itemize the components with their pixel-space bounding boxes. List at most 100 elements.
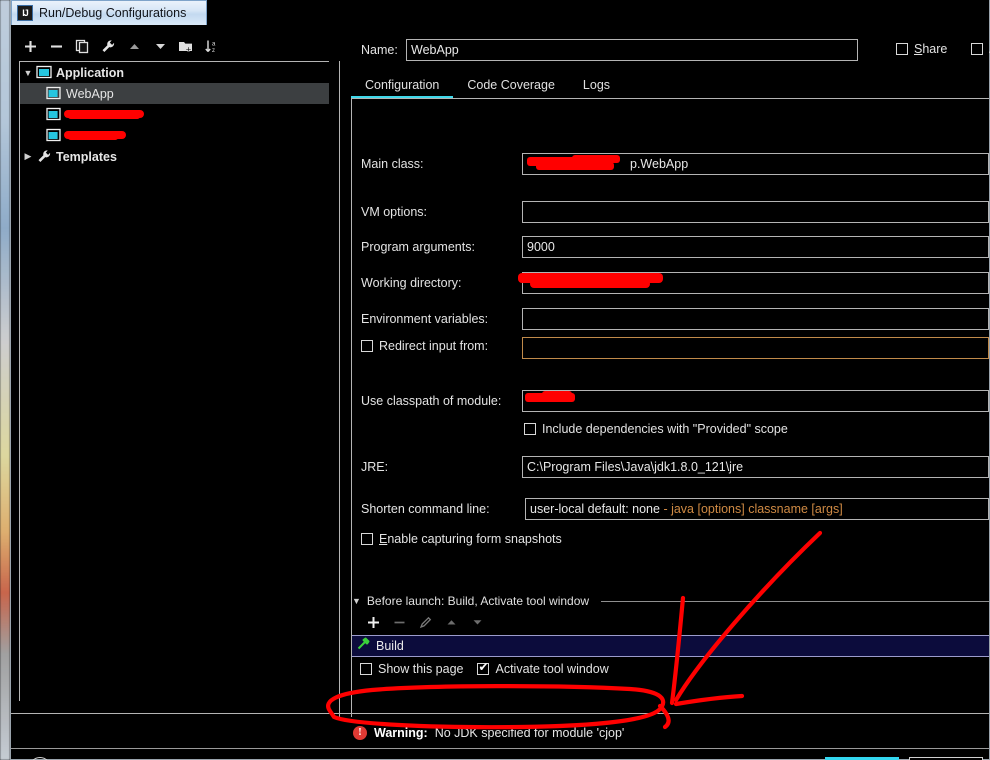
folder-add-icon[interactable] [173,34,199,58]
screen-root: FileEditViewNavigateCodeAnalyzeRefactorB… [0,0,990,760]
use-classpath-of-module-input[interactable] [522,390,989,412]
before-launch-move-down-button[interactable] [464,611,490,633]
bottom-separator [11,748,989,749]
arrow-up-icon[interactable] [121,34,147,58]
enable-form-snapshots-checkbox-item[interactable]: Enable capturing form snapshots [361,532,562,546]
share-checkbox-item[interactable]: Share [896,42,947,56]
wrench-icon [38,150,51,163]
dialog-title: Run/Debug Configurations [39,6,187,20]
working-directory-label: Working directory: [361,276,462,290]
warning-message: No JDK specified for module 'cjop' [434,726,625,740]
name-label: Name: [361,43,398,57]
redirect-input-from-label: Redirect input from: [379,339,489,353]
configuration-form: Main class: p.WebApp VM options: Program ar… [352,99,989,717]
shorten-command-line-label: Shorten command line: [361,502,490,516]
tab-configuration[interactable]: Configuration [351,75,454,99]
chevron-down-icon[interactable]: ▼ [352,596,361,606]
redirect-input-from-input[interactable] [522,337,989,359]
dialog-title-bar[interactable]: IJ Run/Debug Configurations [11,0,207,25]
program-arguments-input[interactable]: 9000 [522,236,989,258]
share-label: Share [914,42,948,56]
vm-options-input[interactable] [522,201,989,223]
include-provided-scope-checkbox-item[interactable]: Include dependencies with "Provided" sco… [524,422,788,436]
before-launch-title: Before launch: Build, Activate tool wind… [366,594,590,608]
redirect-input-from-checkbox[interactable] [361,340,373,352]
before-launch-remove-button[interactable] [386,611,412,633]
main-class-label: Main class: [361,157,424,171]
environment-variables-input[interactable] [522,308,989,330]
tree-item-redacted[interactable] [20,104,329,125]
before-launch-add-button[interactable] [360,611,386,633]
hammer-icon [356,637,370,656]
tree-item-label: WebApp [66,86,114,101]
tree-item-templates[interactable]: ▶ Templates [20,146,329,167]
configuration-right-panel: Name: WebApp Share Allo ConfigurationCod… [341,25,990,717]
vm-options-label: VM options: [361,205,428,219]
svg-text:z: z [212,48,215,54]
before-launch-move-up-button[interactable] [438,611,464,633]
run-debug-configurations-dialog: IJ Run/Debug Configurations a z ▼ Applic… [10,0,990,760]
status-warning-bar: ! Warning: No JDK specified for module '… [341,717,989,749]
application-icon [36,65,52,79]
before-launch-task-row[interactable]: Build [352,635,989,657]
configurations-tree[interactable]: ▼ Application WebApp ▶ Templates [19,61,329,701]
run-config-icon [46,128,61,142]
pencil-icon[interactable] [412,611,438,633]
left-panel-divider [339,61,340,717]
activate-tool-window-checkbox-item[interactable]: Activate tool window [477,660,609,676]
tree-item-webapp[interactable]: WebApp [20,83,329,104]
redirect-input-from-checkbox-item[interactable]: Redirect input from: [361,339,488,353]
use-classpath-of-module-label: Use classpath of module: [361,394,502,408]
run-config-icon [46,128,63,143]
copy-icon[interactable] [69,34,95,58]
allow-parallel-run-checkbox[interactable] [971,43,983,55]
allow-parallel-run-checkbox-item[interactable]: Allo [971,42,990,56]
share-checkbox[interactable] [896,43,908,55]
redaction-mark [68,135,118,140]
warning-exclamation-icon: ! [353,726,367,740]
run-config-icon [46,107,61,121]
ide-left-edge [0,0,10,760]
shorten-command-line-value: user-local default: none [530,502,660,516]
main-class-input[interactable]: p.WebApp [522,153,989,175]
wrench-icon[interactable] [95,34,121,58]
show-this-page-checkbox-item[interactable]: Show this page [360,662,463,676]
section-rule [601,600,989,602]
activate-tool-window-checkbox[interactable] [477,660,490,675]
remove-configuration-button[interactable] [43,34,69,58]
name-input[interactable]: WebApp [406,39,858,61]
enable-form-snapshots-label: Enable capturing form snapshots [379,532,562,546]
jre-input[interactable]: C:\Program Files\Java\jdk1.8.0_121\jre [522,456,989,478]
shorten-command-line-hint: - java [options] classname [args] [663,502,843,516]
redaction-mark [68,114,140,119]
tree-item-redacted[interactable] [20,125,329,146]
tab-code-coverage[interactable]: Code Coverage [453,75,569,99]
tree-item-application[interactable]: ▼ Application [20,62,329,83]
chevron-down-icon[interactable]: ▼ [20,68,36,78]
chevron-right-icon[interactable]: ▶ [20,151,36,162]
run-config-icon [46,86,63,101]
warning-prefix: Warning: [374,726,428,740]
before-launch-options: Show this page Activate tool window [360,660,609,676]
redaction-mark [64,131,126,139]
application-icon [36,65,53,80]
include-provided-scope-checkbox[interactable] [524,423,536,435]
activate-tool-window-label: Activate tool window [495,662,609,676]
show-this-page-checkbox[interactable] [360,663,372,675]
shorten-command-line-input[interactable]: user-local default: none - java [options… [525,498,989,520]
main-class-value: p.WebApp [630,157,689,171]
before-launch-header[interactable]: ▼ Before launch: Build, Activate tool win… [352,593,989,609]
name-row: Name: WebApp Share Allo [351,39,990,63]
configuration-tabs[interactable]: Configuration Code Coverage Logs [351,71,989,99]
arrow-down-icon[interactable] [147,34,173,58]
working-directory-input[interactable] [522,272,989,294]
add-configuration-button[interactable] [17,34,43,58]
sort-az-icon[interactable]: a z [199,34,225,58]
enable-form-snapshots-checkbox[interactable] [361,533,373,545]
redaction-mark [64,110,144,118]
jre-label: JRE: [361,460,389,474]
tab-logs[interactable]: Logs [569,75,624,99]
wrench-icon [36,149,53,164]
program-arguments-label: Program arguments: [361,240,475,254]
show-this-page-label: Show this page [378,662,464,676]
